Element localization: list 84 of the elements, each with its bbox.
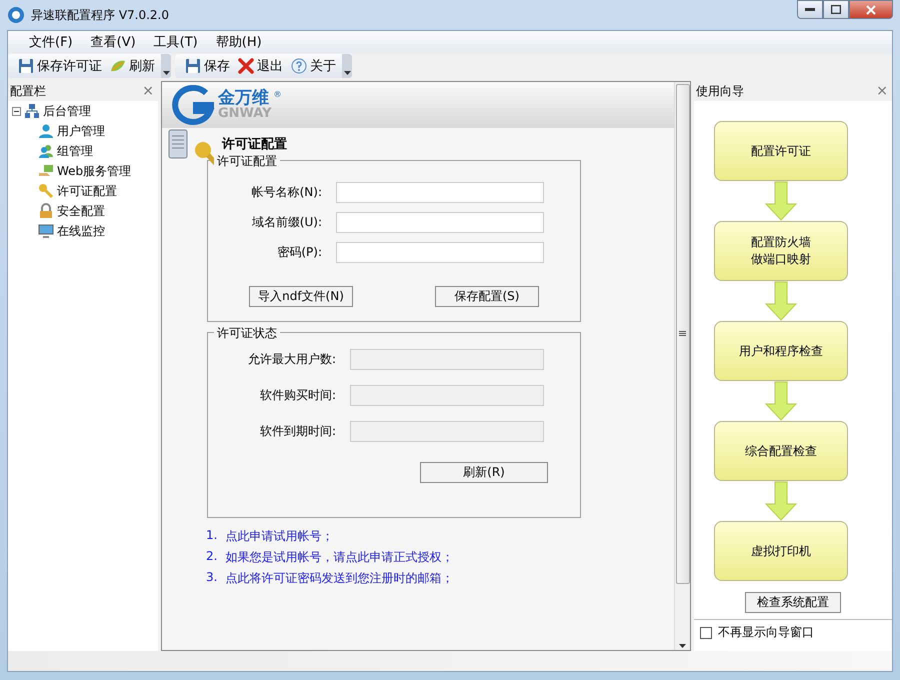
scrollbar[interactable] [674,82,690,650]
check-config-button[interactable]: 检查系统配置 [745,592,841,613]
menu-item[interactable]: 工具(T) [146,33,205,51]
toolbar-button[interactable]: 刷新 [108,57,157,75]
menu-item[interactable]: 文件(F) [22,33,80,51]
lock-icon [38,203,54,219]
wizard-step[interactable]: 配置许可证 [714,121,848,181]
page-heading: 许可证配置 [222,136,287,153]
field-label: 密码(P): [276,244,323,260]
monitor-icon [38,223,54,239]
down-arrow-icon [765,281,797,321]
panel-title: 使用向导 [696,82,744,100]
field-label: 软件到期时间: [258,422,337,440]
link[interactable]: 如果您是试用帐号，请点此申请正式授权； [225,549,454,566]
menu-item[interactable]: 查看(V) [84,33,143,51]
menu-item[interactable]: 帮助(H) [208,33,269,51]
group-title: 许可证配置 [214,153,280,170]
document-icon [168,129,188,159]
dropdown-icon [344,71,350,75]
field-label: 允许最大用户数: [246,350,337,368]
close-button[interactable] [849,0,893,19]
checkbox[interactable] [700,626,712,638]
field-label: 帐号名称(N): [250,184,323,200]
down-arrow-icon [765,181,797,221]
tree-item[interactable]: 在线监控 [57,222,105,240]
input-field[interactable] [336,182,544,202]
toolbar-button[interactable]: 保存许可证 [16,57,104,75]
toolbar-button[interactable]: 关于 [289,57,338,75]
input-field[interactable] [336,242,544,262]
toolbar-button[interactable]: 退出 [236,57,285,75]
maximize-button[interactable] [823,0,849,19]
input-field[interactable] [336,212,544,232]
maximize-icon [831,5,841,14]
list-number: 3. [206,570,218,586]
toolbar-button[interactable]: 保存 [183,57,232,75]
field-label: 域名前缀(U): [250,214,323,230]
minimize-button[interactable] [797,0,823,19]
panel-title: 配置栏 [10,82,46,100]
refresh-button[interactable]: 刷新(R) [420,462,548,482]
users-icon [38,143,54,159]
close-icon [866,4,876,14]
wizard-step[interactable]: 虚拟打印机 [714,521,848,581]
group-title: 许可证状态 [214,325,280,342]
logo-icon [172,85,216,125]
down-arrow-icon [765,381,797,421]
checkbox-label: 不再显示向导窗口 [718,624,814,641]
hand-card-icon [38,163,54,179]
user-icon [38,123,54,139]
down-arrow-icon [765,481,797,521]
tree-item[interactable]: 后台管理 [43,102,91,120]
toolbar-overflow-button[interactable] [342,54,352,78]
tree-item[interactable]: 用户管理 [57,122,105,140]
logo-name: 金万维 [218,90,269,107]
tree-item[interactable]: 组管理 [57,142,93,160]
app-logo-icon [7,6,25,24]
registered-mark: ® [274,90,282,99]
scroll-down-icon[interactable] [679,644,686,648]
tree-item[interactable]: 许可证配置 [57,182,117,200]
tree-item[interactable]: 安全配置 [57,202,105,220]
wizard-step[interactable]: 综合配置检查 [714,421,848,481]
collapse-icon[interactable] [12,106,21,116]
network-icon [24,103,40,119]
wizard-step[interactable]: 用户和程序检查 [714,321,848,381]
toolbar-overflow-button[interactable] [161,54,171,78]
help-icon [291,58,307,74]
form-button[interactable]: 导入ndf文件(N) [249,286,353,306]
link[interactable]: 点此申请试用帐号； [225,528,334,545]
close-icon [238,58,254,74]
key-icon [38,183,54,199]
close-icon[interactable]: × [142,83,154,99]
minimize-icon [805,8,815,12]
link[interactable]: 点此将许可证密码发送到您注册时的邮箱； [225,570,454,587]
logo-subtitle: GNWAY [218,107,272,120]
field-label: 软件购买时间: [258,386,337,404]
list-number: 2. [206,549,218,565]
dropdown-icon [162,71,170,75]
tree-item[interactable]: Web服务管理 [57,162,132,180]
window-title: 异速联配置程序 V7.0.2.0 [31,6,170,24]
wizard-step[interactable]: 配置防火墙 做端口映射 [714,221,848,281]
form-button[interactable]: 保存配置(S) [435,286,539,306]
close-icon[interactable]: × [876,83,888,99]
leaf-icon [110,58,126,74]
list-number: 1. [206,528,218,544]
grip-icon [679,331,686,337]
